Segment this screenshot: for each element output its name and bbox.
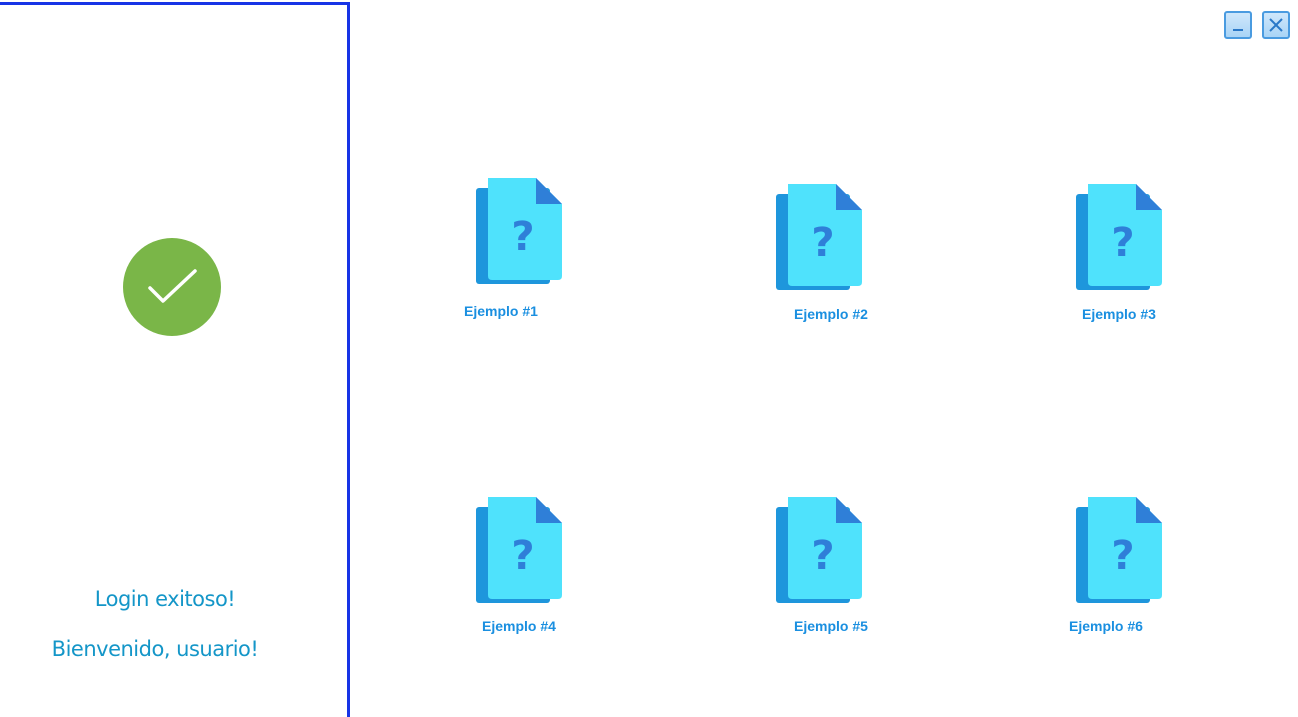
file-item-1[interactable]: ? Ejemplo #1 (460, 176, 640, 336)
file-label: Ejemplo #5 (794, 618, 868, 634)
unknown-file-icon: ? (1076, 184, 1162, 290)
minimize-icon (1233, 29, 1243, 31)
file-item-2[interactable]: ? Ejemplo #2 (760, 182, 940, 342)
file-label: Ejemplo #2 (794, 306, 868, 322)
close-icon (1269, 18, 1283, 32)
checkmark-circle-icon (123, 238, 221, 336)
close-button[interactable] (1262, 11, 1290, 39)
svg-text:?: ? (1111, 220, 1134, 266)
unknown-file-icon: ? (776, 497, 862, 603)
file-label: Ejemplo #4 (482, 618, 556, 634)
unknown-file-icon: ? (1076, 497, 1162, 603)
svg-text:?: ? (511, 533, 534, 579)
file-label: Ejemplo #3 (1082, 306, 1156, 322)
svg-text:?: ? (811, 533, 834, 579)
file-label: Ejemplo #6 (1069, 618, 1143, 634)
file-item-5[interactable]: ? Ejemplo #5 (760, 495, 940, 655)
svg-text:?: ? (811, 220, 834, 266)
svg-text:?: ? (1111, 533, 1134, 579)
unknown-file-icon: ? (476, 178, 562, 284)
unknown-file-icon: ? (476, 497, 562, 603)
file-item-3[interactable]: ? Ejemplo #3 (1060, 182, 1240, 342)
unknown-file-icon: ? (776, 184, 862, 290)
minimize-button[interactable] (1224, 11, 1252, 39)
login-panel: Login exitoso! Bienvenido, usuario! (0, 2, 350, 717)
svg-text:?: ? (511, 214, 534, 260)
welcome-message: Bienvenido, usuario! (51, 637, 259, 661)
file-label: Ejemplo #1 (464, 303, 538, 319)
file-item-4[interactable]: ? Ejemplo #4 (460, 495, 640, 655)
login-success-message: Login exitoso! (94, 587, 236, 611)
file-item-6[interactable]: ? Ejemplo #6 (1060, 495, 1240, 655)
